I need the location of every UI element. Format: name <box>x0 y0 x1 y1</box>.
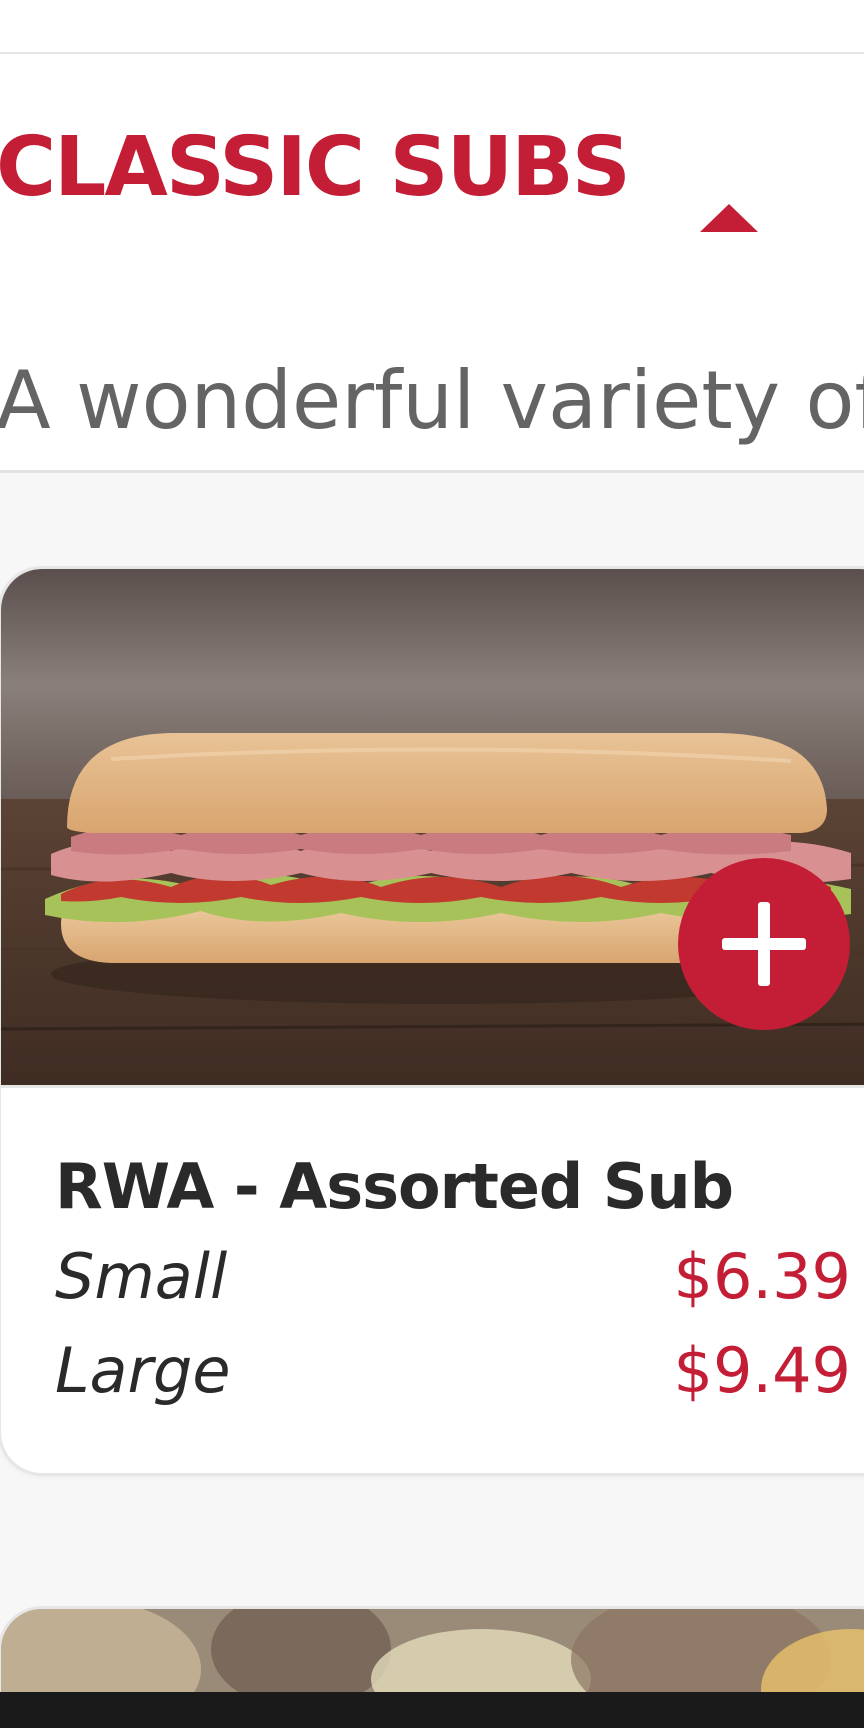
category-description: A wonderful variety of <box>0 354 864 447</box>
system-nav-bar <box>0 1692 864 1728</box>
sub-sandwich-photo[interactable] <box>1 569 864 1085</box>
menu-page: CLASSIC SUBS A wonderful variety of RWA … <box>0 0 864 1728</box>
add-to-cart-button[interactable] <box>678 858 850 1030</box>
size-label: Small <box>55 1240 228 1313</box>
size-option-small[interactable]: Small $6.39 <box>55 1240 851 1320</box>
plus-icon-stroke <box>758 902 770 986</box>
product-name: RWA - Assorted Sub <box>55 1150 734 1223</box>
size-price: $9.49 <box>673 1334 852 1407</box>
category-header[interactable]: CLASSIC SUBS A wonderful variety of <box>0 54 864 473</box>
size-option-large[interactable]: Large $9.49 <box>55 1334 851 1414</box>
size-label: Large <box>55 1334 231 1407</box>
top-strip <box>0 0 864 54</box>
category-title: CLASSIC SUBS <box>0 120 631 215</box>
caret-up-icon <box>700 204 758 232</box>
product-info: RWA - Assorted Sub Small $6.39 Large $9.… <box>1 1085 864 1473</box>
product-card[interactable]: RWA - Assorted Sub Small $6.39 Large $9.… <box>0 566 864 1476</box>
collapse-toggle[interactable] <box>690 194 766 242</box>
size-price: $6.39 <box>673 1240 852 1313</box>
